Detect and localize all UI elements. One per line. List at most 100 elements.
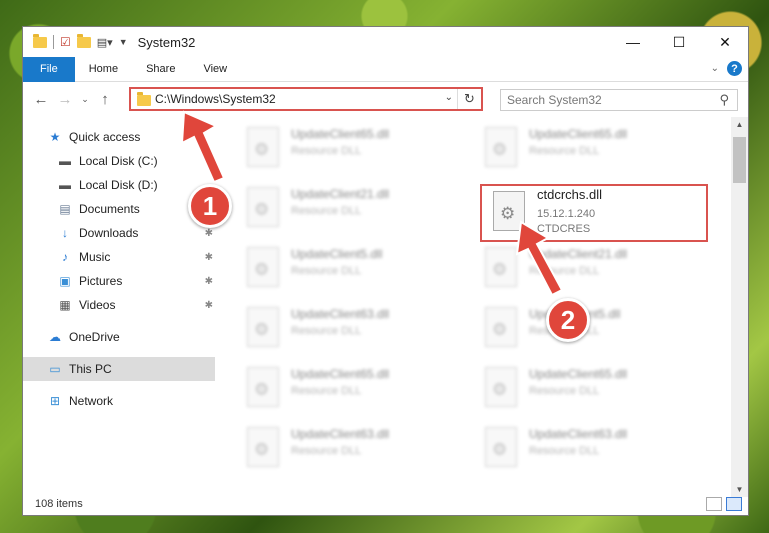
pin-icon: ✱ <box>204 275 213 287</box>
dll-file-icon <box>247 127 279 167</box>
details-view-icon[interactable] <box>706 497 722 511</box>
new-folder-icon[interactable] <box>76 33 91 48</box>
chevron-down-icon[interactable]: ⌄ <box>445 92 453 103</box>
file-list: UpdateClient65.dll Resource DLL UpdateCli… <box>235 117 733 497</box>
pin-icon: ✱ <box>204 299 213 311</box>
star-icon: ★ <box>49 130 61 144</box>
list-item[interactable]: UpdateClient65.dll Resource DLL <box>235 123 455 179</box>
up-button[interactable]: ↑ <box>93 91 117 108</box>
drive-icon: ▬ <box>59 154 71 168</box>
sidebar-item-label: Pictures <box>79 274 123 288</box>
file-name: UpdateClient65.dll <box>529 367 628 381</box>
ribbon-tabs: File Home Share View ⌄ ? <box>23 56 748 82</box>
file-description: Resource DLL <box>291 145 362 157</box>
sidebar-item-network[interactable]: ⊞ Network <box>23 389 215 413</box>
help-icon[interactable]: ? <box>727 61 742 76</box>
file-description: Resource DLL <box>291 205 362 217</box>
sidebar-item-label: Quick access <box>69 130 141 144</box>
folder-icon <box>33 33 47 48</box>
tab-file[interactable]: File <box>23 56 75 82</box>
file-description: Resource DLL <box>529 145 600 157</box>
dll-file-icon <box>485 367 517 407</box>
forward-button[interactable]: → <box>53 91 77 108</box>
vertical-scrollbar[interactable]: ▲ ▼ <box>731 117 748 497</box>
sidebar-item-videos[interactable]: ▦ Videos ✱ <box>23 293 215 317</box>
explorer-window: ☑ ▤▾ ▼ System32 — ☐ ✕ File Home Share Vi… <box>22 26 749 516</box>
sidebar-item-local-disk-c[interactable]: ▬ Local Disk (C:) ✱ <box>23 149 215 173</box>
title-bar: ☑ ▤▾ ▼ System32 — ☐ ✕ <box>23 27 748 57</box>
file-description: Resource DLL <box>291 385 362 397</box>
sidebar-item-label: Videos <box>79 298 116 312</box>
minimize-button[interactable]: — <box>610 27 656 57</box>
sidebar-item-label: This PC <box>69 362 112 376</box>
dll-file-icon <box>247 307 279 347</box>
quick-access-toolbar: ☑ ▤▾ ▼ <box>23 33 128 49</box>
properties-icon[interactable]: ☑ <box>60 35 71 49</box>
list-item[interactable]: UpdateClient63.dll Resource DLL <box>235 423 455 479</box>
sidebar-item-label: OneDrive <box>69 330 120 344</box>
sidebar-item-label: Music <box>79 250 111 264</box>
tiles-view-icon[interactable] <box>726 497 742 511</box>
close-button[interactable]: ✕ <box>702 27 748 57</box>
pin-icon: ✱ <box>204 227 213 239</box>
list-item[interactable]: UpdateClient63.dll Resource DLL <box>235 303 455 359</box>
sidebar-item-label: Documents <box>79 202 140 216</box>
recent-locations-button[interactable]: ⌄ <box>77 94 93 105</box>
callout-badge-1: 1 <box>188 184 232 228</box>
list-item[interactable]: UpdateClient21.dll Resource DLL <box>235 183 455 239</box>
cloud-icon: ☁ <box>49 330 61 344</box>
callout-badge-2: 2 <box>546 298 590 342</box>
sidebar-item-onedrive[interactable]: ☁ OneDrive <box>23 325 215 349</box>
file-description: Resource DLL <box>529 385 600 397</box>
tab-home[interactable]: Home <box>75 57 132 82</box>
sidebar-item-documents[interactable]: ▤ Documents ✱ <box>23 197 215 221</box>
network-icon: ⊞ <box>49 394 61 408</box>
sidebar-item-label: Network <box>69 394 114 408</box>
search-placeholder: Search System32 <box>507 93 602 107</box>
maximize-button[interactable]: ☐ <box>656 27 702 57</box>
sidebar-item-this-pc[interactable]: ▭ This PC <box>23 357 215 381</box>
file-description: Resource DLL <box>529 265 600 277</box>
back-button[interactable]: ← <box>29 91 53 108</box>
scroll-thumb[interactable] <box>733 137 746 183</box>
sidebar-item-quick-access[interactable]: ★ Quick access <box>23 125 215 149</box>
list-item[interactable]: UpdateClient21.dll Resource DLL <box>473 243 693 299</box>
sidebar-item-local-disk-d[interactable]: ▬ Local Disk (D:) <box>23 173 215 197</box>
search-input[interactable]: Search System32 ⚲ <box>500 89 738 111</box>
tab-view[interactable]: View <box>189 57 241 82</box>
file-name: UpdateClient5.dll <box>291 247 383 261</box>
file-name: UpdateClient65.dll <box>529 127 628 141</box>
refresh-button[interactable]: ↻ <box>457 89 481 109</box>
chevron-down-icon[interactable]: ▼ <box>119 37 128 47</box>
list-item[interactable]: UpdateClient65.dll Resource DLL <box>473 123 693 179</box>
status-bar: 108 items <box>23 493 748 515</box>
tab-share[interactable]: Share <box>132 57 189 82</box>
address-path: C:\Windows\System32 <box>155 92 276 106</box>
address-bar[interactable]: C:\Windows\System32 ⌄ ↻ <box>129 87 483 111</box>
navigation-bar: ← → ⌄ ↑ C:\Windows\System32 ⌄ ↻ Search S… <box>23 82 748 117</box>
file-name: UpdateClient21.dll <box>529 247 628 261</box>
expand-ribbon-icon[interactable]: ⌄ <box>711 63 719 74</box>
list-item[interactable]: UpdateClient5.dll Resource DLL <box>235 243 455 299</box>
file-description: Resource DLL <box>291 325 362 337</box>
list-item[interactable]: UpdateClient63.dll Resource DLL <box>473 423 693 479</box>
sidebar-item-downloads[interactable]: ↓ Downloads ✱ <box>23 221 215 245</box>
list-item[interactable]: UpdateClient65.dll Resource DLL <box>473 363 693 419</box>
customize-icon[interactable]: ▤▾ <box>97 36 113 49</box>
documents-icon: ▤ <box>59 202 71 216</box>
sidebar-item-label: Local Disk (D:) <box>79 178 158 192</box>
item-count: 108 items <box>35 498 83 510</box>
dll-file-icon <box>485 247 517 287</box>
computer-icon: ▭ <box>49 362 61 376</box>
file-description: Resource DLL <box>291 445 362 457</box>
scroll-up-icon[interactable]: ▲ <box>731 120 748 129</box>
dll-file-icon <box>485 307 517 347</box>
sidebar-item-music[interactable]: ♪ Music ✱ <box>23 245 215 269</box>
sidebar-item-pictures[interactable]: ▣ Pictures ✱ <box>23 269 215 293</box>
pictures-icon: ▣ <box>59 274 71 288</box>
list-item[interactable]: UpdateClient65.dll Resource DLL <box>235 363 455 419</box>
pin-icon: ✱ <box>204 155 213 167</box>
file-name: UpdateClient65.dll <box>291 367 390 381</box>
dll-file-icon <box>485 127 517 167</box>
file-name: UpdateClient65.dll <box>291 127 390 141</box>
